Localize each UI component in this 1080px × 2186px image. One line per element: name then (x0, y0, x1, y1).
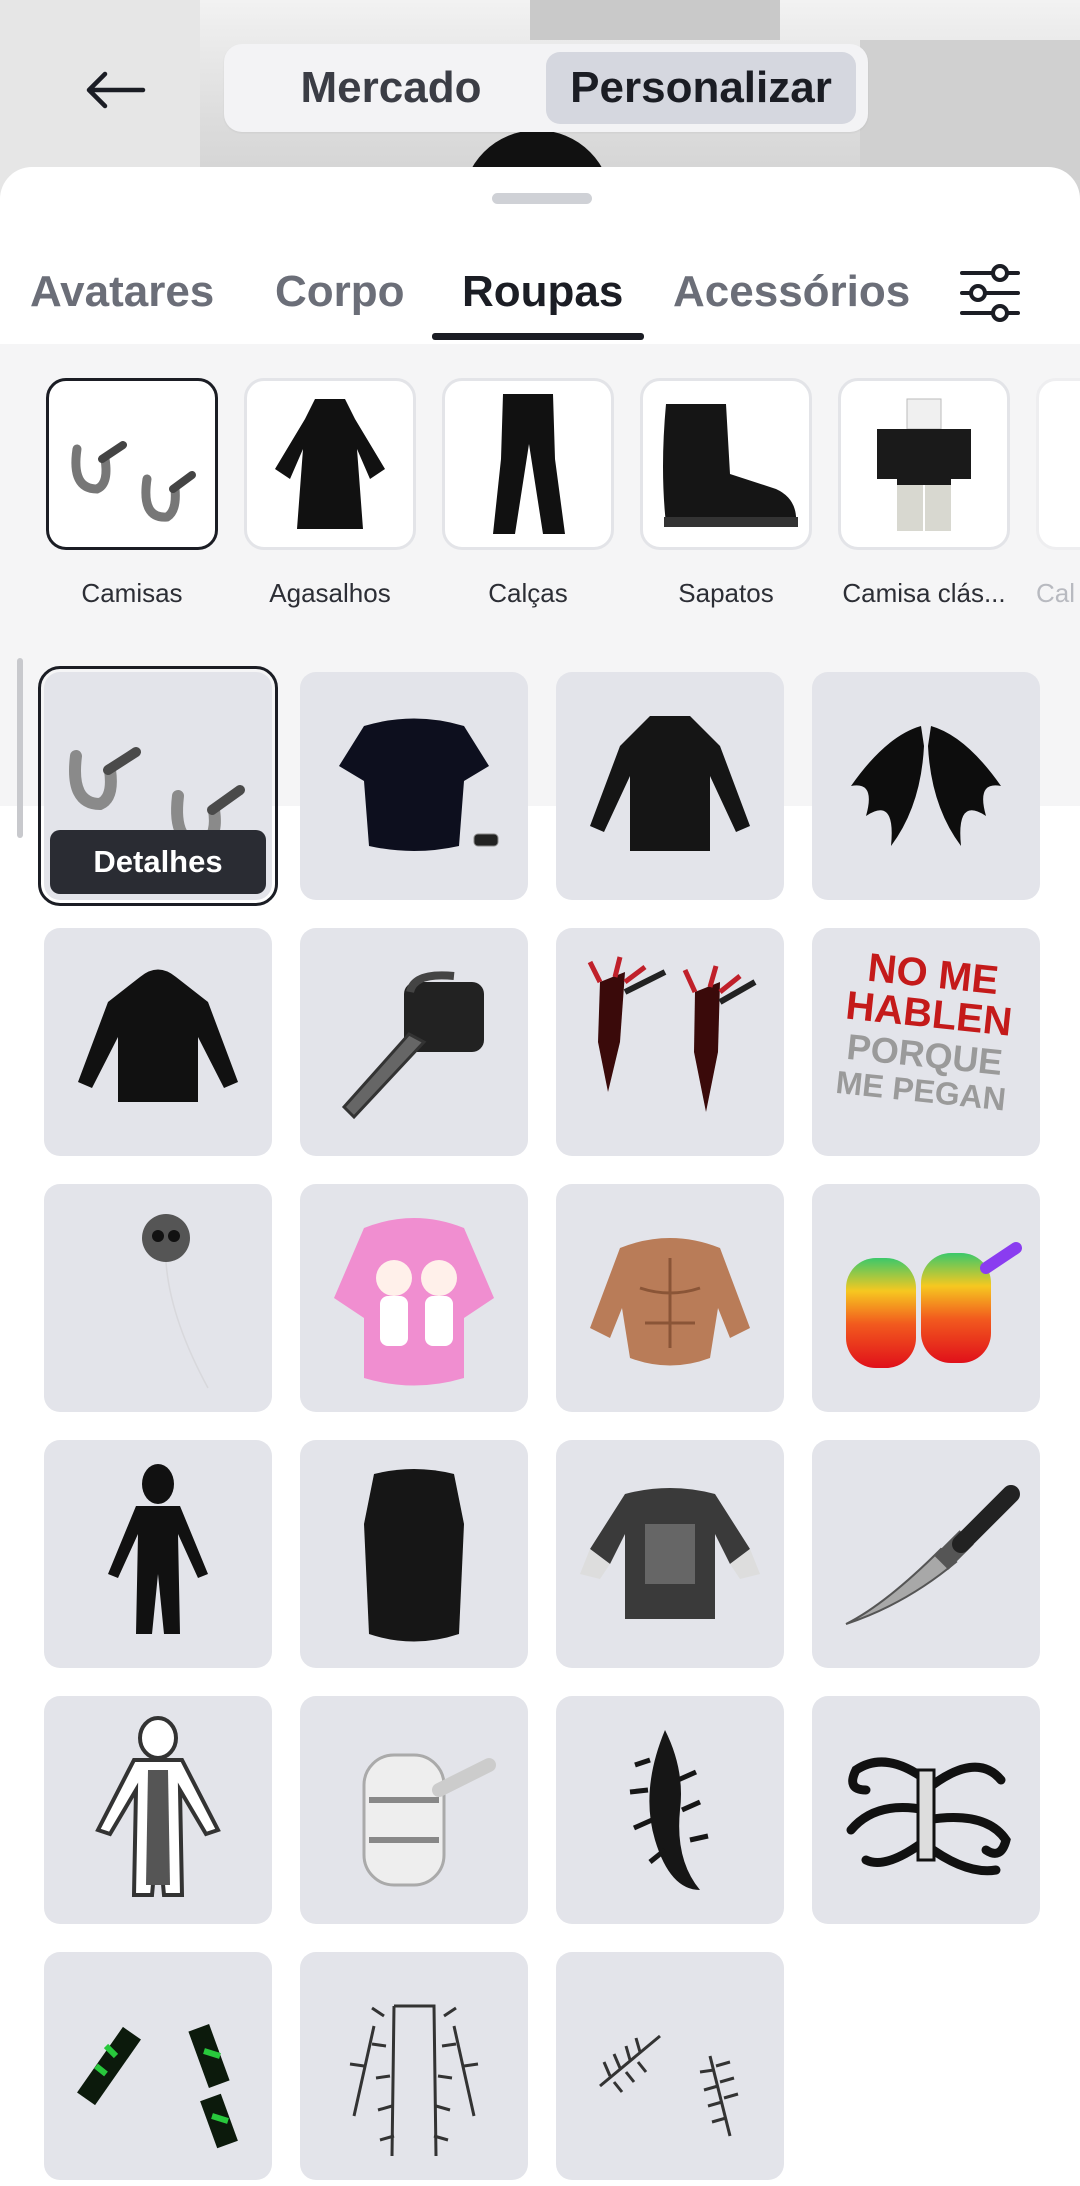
item-tile[interactable] (300, 928, 528, 1156)
item-tile[interactable] (556, 672, 784, 900)
red-claw-arms-icon (587, 956, 757, 1112)
segment-mercado[interactable]: Mercado (236, 52, 546, 124)
chainsaw-icon (341, 971, 484, 1120)
muscle-torso-icon (590, 1238, 750, 1366)
back-button[interactable] (75, 55, 155, 125)
spiked-arms-icon (599, 2034, 739, 2137)
subcategory-label: Agasalhos (269, 578, 391, 608)
tab-roupas[interactable]: Roupas (462, 267, 623, 341)
white-barrel-icon (362, 1753, 496, 1887)
item-tile[interactable] (556, 1952, 784, 2180)
subcategory-label: Camisas (81, 578, 183, 608)
filter-button[interactable] (950, 253, 1030, 333)
item-tile[interactable] (44, 1952, 272, 2180)
knife-icon (845, 1485, 1020, 1625)
white-outline-suit-icon (95, 1716, 221, 1897)
segment-personalizar[interactable]: Personalizar (546, 52, 856, 124)
black-jacket-icon (590, 716, 750, 851)
black-bodysuit-icon (108, 1464, 208, 1634)
green-gauntlets-icon (77, 2024, 238, 2149)
item-tile[interactable] (44, 928, 272, 1156)
item-tile[interactable]: NO ME HABLEN PORQUE ME PEGAN (812, 928, 1040, 1156)
black-wings-icon (851, 726, 1001, 846)
shirt-hooks-icon (71, 441, 196, 522)
item-tile[interactable] (300, 1440, 528, 1668)
subcategory-calcas-classicas[interactable]: Cal (1036, 378, 1080, 609)
subcategory-label: Calças (488, 578, 568, 608)
details-button[interactable]: Detalhes (50, 830, 266, 894)
item-tile[interactable]: Detalhes (38, 666, 278, 906)
mode-segmented-control: Mercado Personalizar (224, 44, 868, 132)
subcategory-camisas[interactable]: Camisas (46, 378, 218, 609)
item-tile[interactable] (556, 1184, 784, 1412)
subcategory-sapatos[interactable]: Sapatos (640, 378, 812, 609)
item-tile[interactable] (556, 1696, 784, 1924)
item-tile[interactable] (556, 928, 784, 1156)
item-tile[interactable] (556, 1440, 784, 1668)
graphic-tshirt-icon (580, 1488, 760, 1619)
sliders-icon (960, 264, 1020, 322)
black-vest-icon (364, 1469, 464, 1642)
item-tile[interactable] (300, 1952, 528, 2180)
tentacles-icon (846, 1757, 1011, 1876)
item-tile[interactable] (812, 1440, 1040, 1668)
black-pants-icon (493, 394, 565, 534)
spiked-suit-icon (349, 2004, 479, 2157)
rainbow-barrels-icon (846, 1242, 1022, 1368)
pink-sweater-babies-icon (334, 1218, 494, 1386)
spiked-tail-icon (629, 1730, 709, 1890)
item-tile[interactable] (812, 1696, 1040, 1924)
black-tshirt-icon (339, 718, 499, 851)
item-tile[interactable] (44, 1440, 272, 1668)
black-boot-icon (663, 404, 798, 527)
item-tile[interactable] (44, 1696, 272, 1924)
category-tabs: Avatares Corpo Roupas Acessórios (0, 267, 1080, 341)
classic-shirt-avatar-icon (877, 398, 971, 531)
subcategory-label: Cal (1036, 578, 1076, 608)
item-tile[interactable] (300, 672, 528, 900)
subcategory-label: Sapatos (678, 578, 774, 608)
tab-avatares[interactable]: Avatares (30, 267, 214, 341)
item-tile[interactable] (44, 1184, 272, 1412)
subcategory-calcas[interactable]: Calças (442, 378, 614, 609)
item-tile[interactable] (300, 1184, 528, 1412)
active-tab-indicator (432, 333, 644, 340)
arrow-left-icon (86, 71, 146, 109)
subcategory-camisa-classica[interactable]: Camisa clás... (838, 378, 1010, 609)
item-tile[interactable] (812, 1184, 1040, 1412)
item-tile[interactable] (812, 672, 1040, 900)
item-tile[interactable] (300, 1696, 528, 1924)
grid-scrollbar[interactable] (17, 658, 23, 838)
subcategory-label: Camisa clás... (842, 578, 1006, 608)
sheet-drag-handle[interactable] (492, 193, 592, 204)
text-shirt-icon: NO ME HABLEN PORQUE ME PEGAN (834, 946, 1014, 1118)
tab-acessorios[interactable]: Acessórios (673, 267, 910, 341)
black-robe-icon (275, 399, 385, 529)
skull-balloon-icon (142, 1214, 209, 1389)
black-hoodie-icon (78, 969, 238, 1102)
subcategory-agasalhos[interactable]: Agasalhos (244, 378, 416, 609)
tab-corpo[interactable]: Corpo (275, 267, 405, 341)
